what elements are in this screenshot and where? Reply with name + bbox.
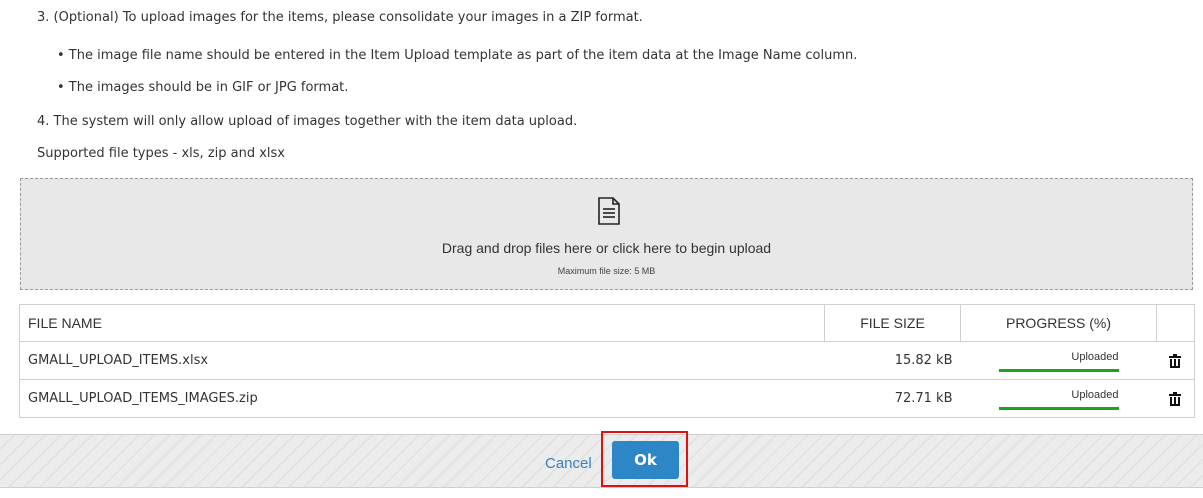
progress-bar: Uploaded	[998, 388, 1119, 410]
instruction-step-3: 3. (Optional) To upload images for the i…	[37, 10, 643, 25]
instruction-step-3-bullet-1: • The image file name should be entered …	[57, 48, 858, 63]
cancel-button[interactable]: Cancel	[545, 455, 592, 472]
delete-file-button[interactable]	[1156, 379, 1195, 418]
dropzone-max-size: Maximum file size: 5 MB	[557, 266, 656, 276]
progress-status: Uploaded	[1071, 350, 1119, 363]
document-icon	[598, 197, 620, 225]
table-header-row: FILE NAME FILE SIZE PROGRESS (%)	[19, 304, 1195, 342]
dialog-footer: Cancel Ok	[0, 431, 1203, 488]
column-header-file-name: FILE NAME	[19, 304, 825, 342]
progress-fill	[998, 368, 1119, 372]
instruction-step-3-bullet-2: • The images should be in GIF or JPG for…	[57, 80, 349, 95]
table-row: GMALL_UPLOAD_ITEMS.xlsx 15.82 kB Uploade…	[19, 341, 1195, 380]
progress-cell: Uploaded	[960, 341, 1157, 380]
progress-status: Uploaded	[1071, 388, 1119, 401]
trash-icon[interactable]	[1169, 353, 1182, 368]
file-dropzone[interactable]: Drag and drop files here or click here t…	[20, 178, 1193, 290]
progress-fill	[998, 406, 1119, 410]
delete-file-button[interactable]	[1156, 341, 1195, 380]
file-size: 72.71 kB	[824, 379, 961, 418]
column-header-progress: PROGRESS (%)	[960, 304, 1157, 342]
progress-bar: Uploaded	[998, 350, 1119, 372]
column-header-actions	[1156, 304, 1195, 342]
file-name: GMALL_UPLOAD_ITEMS.xlsx	[19, 341, 825, 380]
table-row: GMALL_UPLOAD_ITEMS_IMAGES.zip 72.71 kB U…	[19, 379, 1195, 418]
file-size: 15.82 kB	[824, 341, 961, 380]
trash-icon[interactable]	[1169, 391, 1182, 406]
uploaded-files-table: FILE NAME FILE SIZE PROGRESS (%) GMALL_U…	[19, 304, 1195, 418]
ok-button[interactable]: Ok	[612, 441, 679, 479]
file-name: GMALL_UPLOAD_ITEMS_IMAGES.zip	[19, 379, 825, 418]
instruction-step-4: 4. The system will only allow upload of …	[37, 114, 578, 129]
column-header-file-size: FILE SIZE	[824, 304, 961, 342]
dropzone-instruction: Drag and drop files here or click here t…	[441, 240, 772, 256]
supported-file-types: Supported file types - xls, zip and xlsx	[37, 146, 285, 161]
progress-cell: Uploaded	[960, 379, 1157, 418]
